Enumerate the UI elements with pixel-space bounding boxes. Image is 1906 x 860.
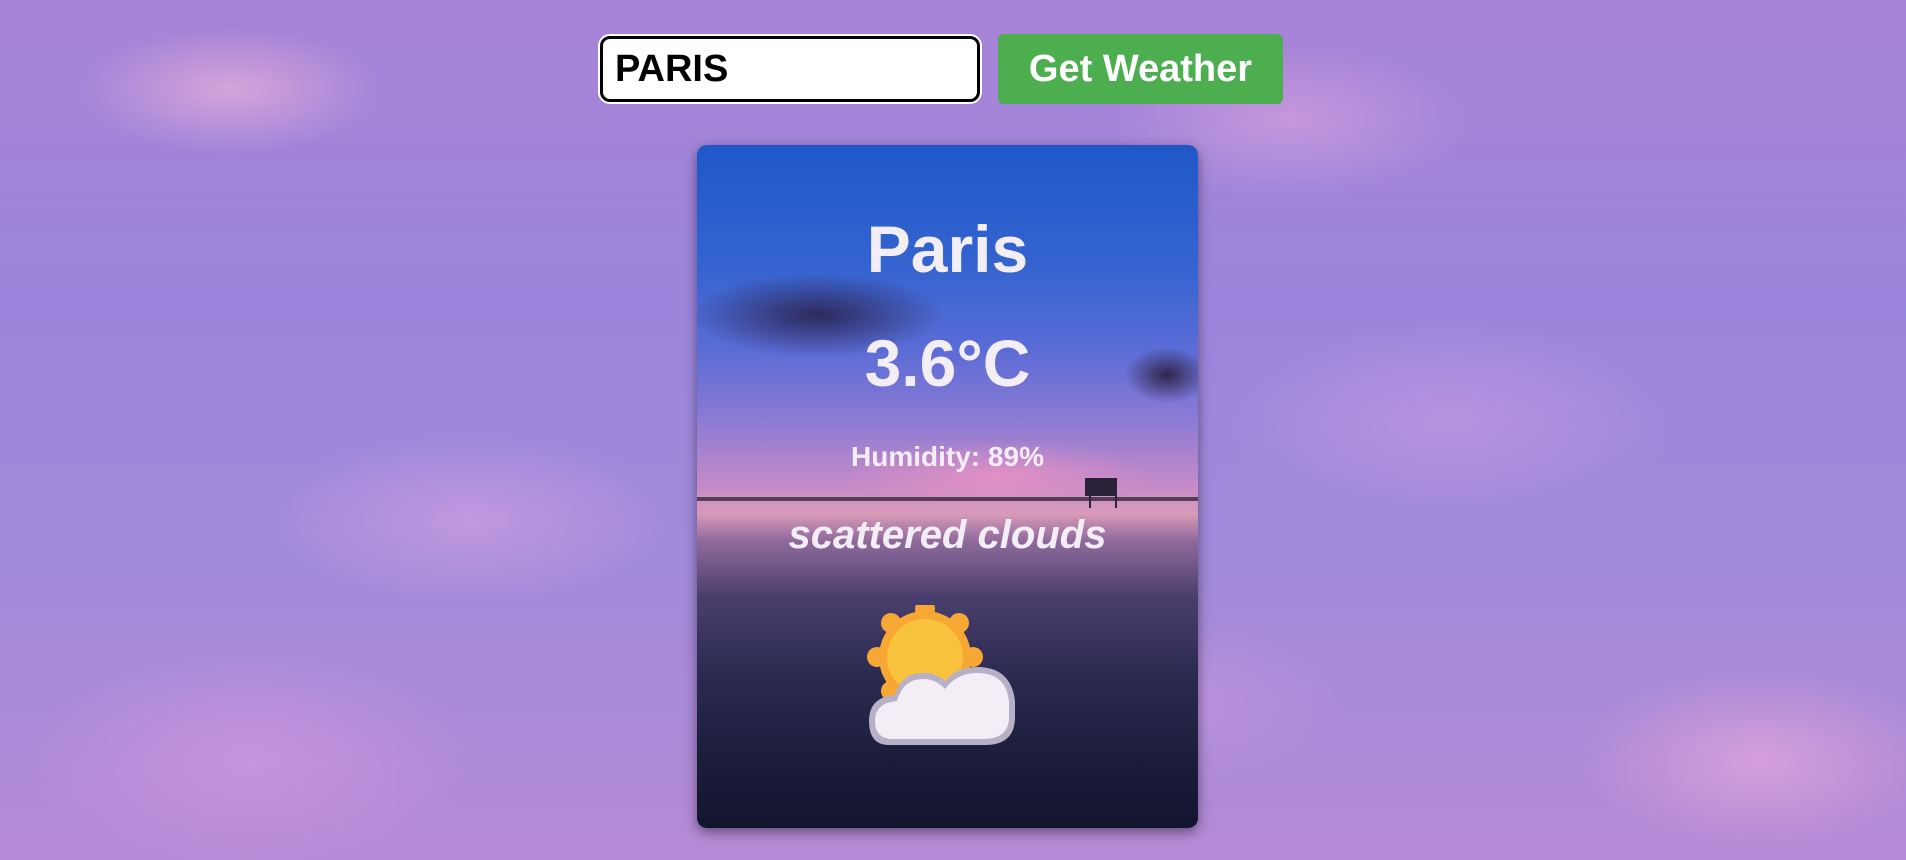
search-bar: Get Weather [600, 34, 1283, 104]
city-search-input[interactable] [600, 36, 980, 102]
city-name: Paris [866, 212, 1029, 286]
temperature: 3.6°C [864, 326, 1031, 400]
weather-description: scattered clouds [788, 513, 1107, 557]
humidity-value: 89% [987, 441, 1044, 472]
humidity: Humidity: 89% [697, 441, 1198, 473]
humidity-label: Humidity: [851, 441, 981, 472]
weather-card: Paris 3.6°C Humidity: 89% scattered clou… [697, 145, 1198, 828]
get-weather-button[interactable]: Get Weather [998, 34, 1283, 104]
partly-cloudy-icon [865, 599, 1035, 755]
weather-card-content: Paris 3.6°C Humidity: 89% scattered clou… [697, 145, 1198, 828]
